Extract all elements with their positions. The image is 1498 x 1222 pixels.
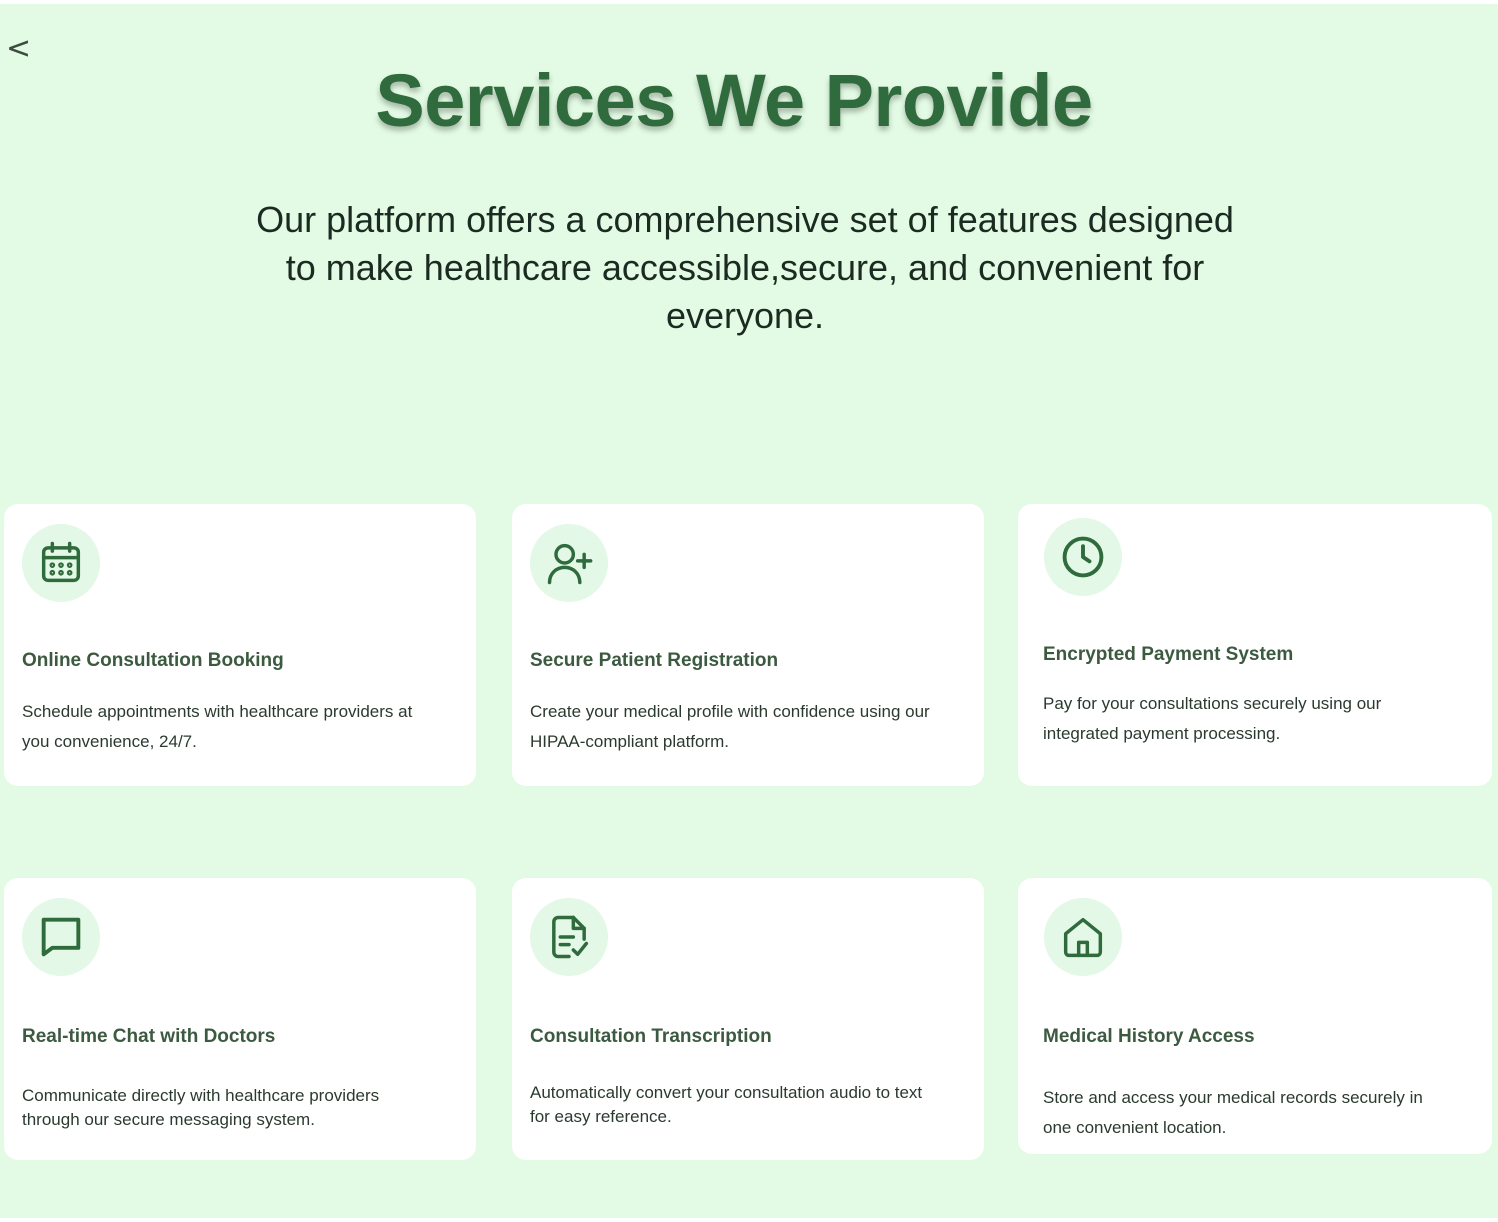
user-plus-icon xyxy=(530,524,608,602)
page-title: Services We Provide xyxy=(375,59,1093,142)
service-card-consultation-transcription[interactable]: Consultation Transcription Automatically… xyxy=(512,878,984,1160)
service-description: Create your medical profile with confide… xyxy=(530,702,930,751)
service-card-secure-patient-registration[interactable]: Secure Patient Registration Create your … xyxy=(512,504,984,786)
calendar-icon xyxy=(22,524,100,602)
service-card-encrypted-payment-system[interactable]: Encrypted Payment System Pay for your co… xyxy=(1018,504,1492,786)
service-description: Schedule appointments with healthcare pr… xyxy=(22,702,413,751)
service-description: Pay for your consultations securely usin… xyxy=(1043,694,1382,743)
service-description: Store and access your medical records se… xyxy=(1043,1088,1423,1137)
service-card-medical-history-access[interactable]: Medical History Access Store and access … xyxy=(1018,878,1492,1154)
home-icon xyxy=(1044,898,1122,976)
clock-icon xyxy=(1044,518,1122,596)
service-card-online-consultation-booking[interactable]: Online Consultation Booking Schedule app… xyxy=(4,504,476,786)
service-description: Automatically convert your consultation … xyxy=(530,1083,923,1126)
service-title: Online Consultation Booking xyxy=(22,650,284,671)
service-title: Real-time Chat with Doctors xyxy=(22,1026,276,1047)
service-title: Secure Patient Registration xyxy=(530,650,779,671)
service-title: Encrypted Payment System xyxy=(1043,644,1294,665)
page-subtitle: Our platform offers a comprehensive set … xyxy=(256,199,1234,336)
service-title: Consultation Transcription xyxy=(530,1026,772,1047)
services-page: < Services We Provide Our platform offer… xyxy=(0,4,1498,1218)
service-card-real-time-chat[interactable]: Real-time Chat with Doctors Communicate … xyxy=(4,878,476,1160)
service-description: Communicate directly with healthcare pro… xyxy=(22,1086,380,1129)
chat-icon xyxy=(22,898,100,976)
document-check-icon xyxy=(530,898,608,976)
service-title: Medical History Access xyxy=(1043,1026,1255,1047)
